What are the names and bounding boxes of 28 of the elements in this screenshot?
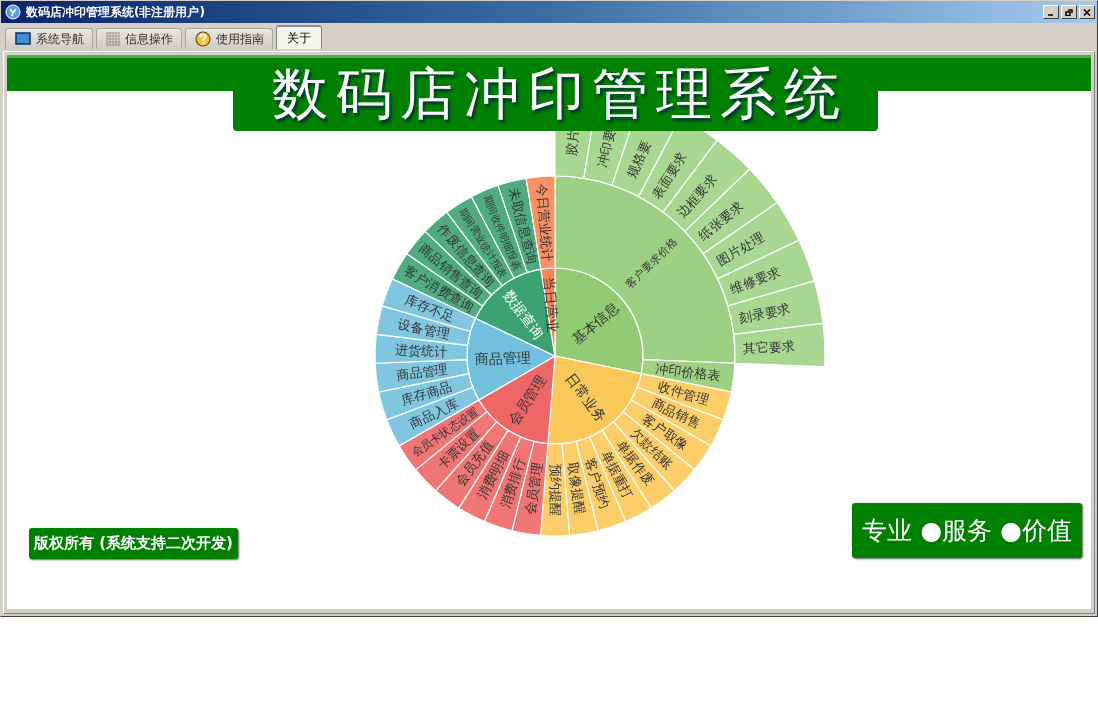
- tab[interactable]: 系统导航: [5, 28, 93, 49]
- tab[interactable]: 关于: [276, 25, 322, 49]
- sector-label: 胶片: [563, 129, 581, 157]
- sector-label: 规格要: [624, 138, 654, 180]
- monitor-icon: [15, 32, 31, 46]
- close-icon: [1083, 8, 1091, 16]
- sector-label: 日常业务: [563, 370, 610, 425]
- sector-label: 维修要求: [728, 263, 783, 297]
- sector-label: 其它要求: [742, 338, 796, 356]
- app-logo-icon: [5, 4, 21, 20]
- help-icon: [195, 31, 211, 47]
- sector-label: 商品管理: [474, 348, 532, 368]
- copyright-label: 版权所有 (系统支持二次开发): [29, 528, 238, 559]
- tab[interactable]: 使用指南: [185, 28, 273, 49]
- sector-label: 基本信息: [568, 299, 623, 347]
- minimize-button[interactable]: [1043, 5, 1059, 19]
- sector-label: 会员管理: [505, 372, 549, 428]
- sector-label: 刻录要求: [737, 300, 792, 326]
- sector-label: 预约提醒: [547, 464, 563, 516]
- restore-icon: [1065, 8, 1073, 16]
- sector-label: 客户要求价格: [623, 235, 680, 291]
- restore-button[interactable]: [1061, 5, 1077, 19]
- sector-label: 进货统计: [394, 342, 448, 360]
- tab[interactable]: 信息操作: [96, 28, 182, 49]
- grid-icon: [106, 32, 120, 46]
- slogan-label: 专业 ●服务 ●价值: [852, 503, 1082, 558]
- close-button[interactable]: [1079, 5, 1095, 19]
- window-title: 数码店冲印管理系统(非注册用户): [26, 3, 206, 21]
